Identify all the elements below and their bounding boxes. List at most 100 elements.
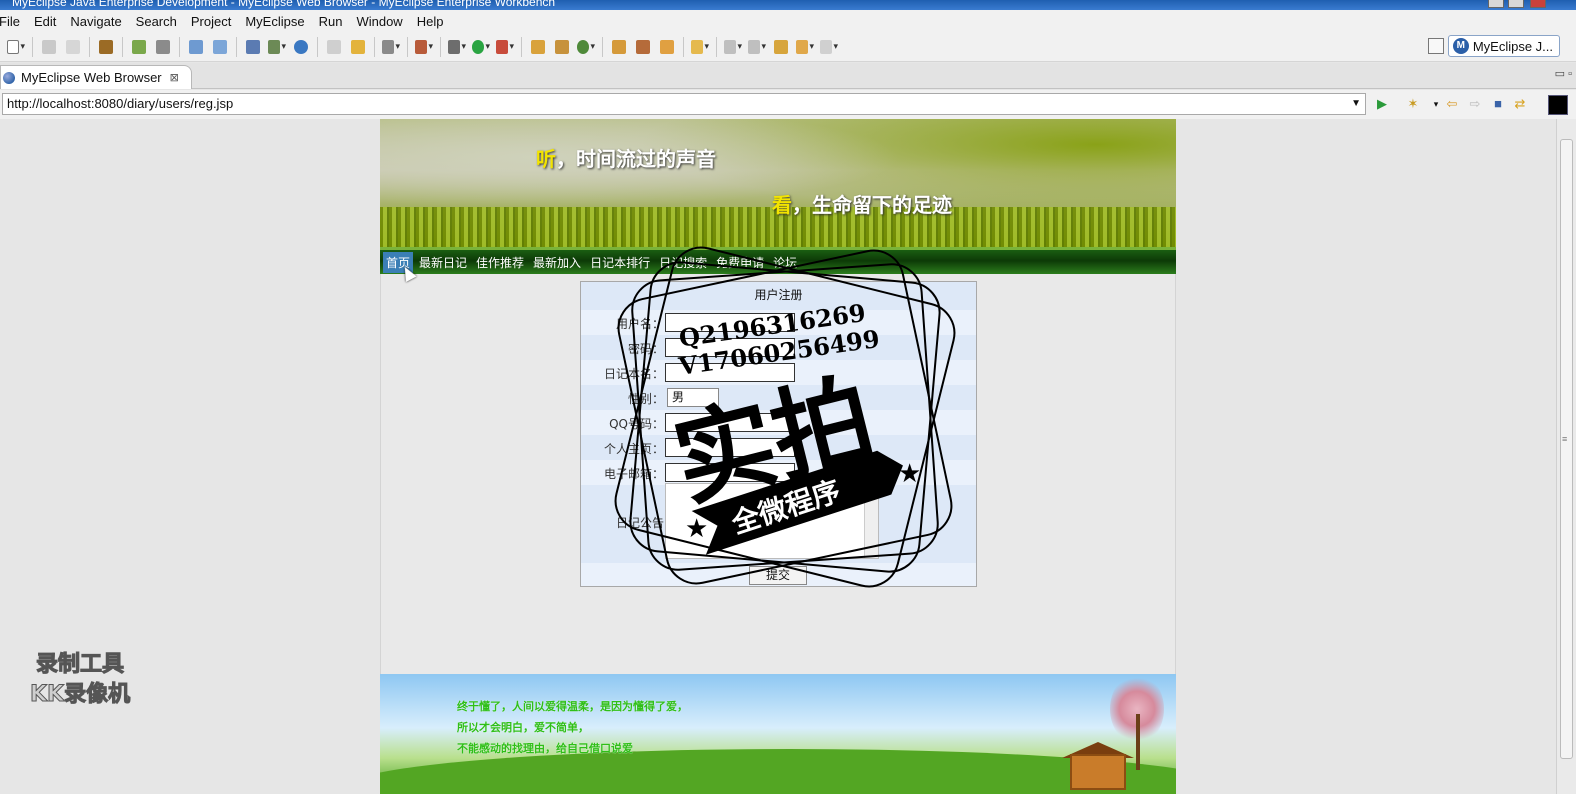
- pin-icon[interactable]: [634, 38, 652, 56]
- username-input[interactable]: [665, 313, 795, 332]
- nav-forum[interactable]: 论坛: [773, 254, 797, 271]
- build-icon[interactable]: [130, 38, 148, 56]
- url-dropdown-icon[interactable]: ▼: [1351, 94, 1361, 114]
- menu-project[interactable]: Project: [191, 14, 231, 29]
- homepage-input[interactable]: [665, 438, 795, 457]
- label-notice: 日记公告: [615, 516, 664, 530]
- banner-slogan-1: 听，时间流过的声音: [536, 147, 716, 171]
- refresh-icon[interactable]: ⇄: [1512, 96, 1528, 112]
- submit-button[interactable]: 提交: [749, 566, 807, 585]
- toolbar-separator: [317, 36, 318, 57]
- textarea-scrollbar[interactable]: [864, 484, 878, 558]
- url-text: http://localhost:8080/diary/users/reg.js…: [7, 96, 234, 111]
- recorder-line-1: 录制工具: [36, 652, 125, 678]
- menu-run[interactable]: Run: [319, 14, 343, 29]
- nav-free-apply[interactable]: 免费申请: [716, 254, 764, 271]
- form-title-row: 用户注册: [581, 282, 976, 310]
- password-input[interactable]: [665, 338, 795, 357]
- open-folder-icon[interactable]: [325, 38, 343, 56]
- add-icon[interactable]: [349, 38, 367, 56]
- run-icon[interactable]: [472, 38, 490, 56]
- recorder-line-2: KK录像机: [29, 682, 131, 708]
- deploy-icon[interactable]: [154, 38, 172, 56]
- scrollbar-thumb[interactable]: [1560, 139, 1573, 759]
- nav-new-members[interactable]: 最新加入: [533, 254, 581, 271]
- form-row-diary-name: 日记本名：: [581, 360, 976, 385]
- gender-select[interactable]: 男: [667, 388, 719, 407]
- nav-diary-search[interactable]: 日记搜索: [659, 254, 707, 271]
- search-icon[interactable]: [691, 38, 709, 56]
- nav-latest-diary[interactable]: 最新日记: [419, 254, 467, 271]
- menu-file[interactable]: File: [0, 14, 20, 29]
- new-icon[interactable]: [7, 38, 25, 56]
- email-input[interactable]: [665, 463, 795, 482]
- toolbar-separator: [683, 36, 684, 57]
- browser-mode-icon[interactable]: [1548, 95, 1568, 115]
- favorites-dropdown-icon[interactable]: ▾: [1428, 96, 1444, 112]
- close-tab-icon[interactable]: ⊠: [170, 71, 179, 84]
- label-diary-name: 日记本名：: [603, 367, 664, 381]
- server-icon[interactable]: [244, 38, 262, 56]
- save-icon[interactable]: [40, 38, 58, 56]
- menu-myeclipse[interactable]: MyEclipse: [245, 14, 304, 29]
- toolbar-separator: [89, 36, 90, 57]
- debug-icon[interactable]: [448, 38, 466, 56]
- site-footer: 终于懂了，人间以爱得温柔，是因为懂得了爱， 所以才会明白，爱不简单， 不能感动的…: [380, 674, 1176, 794]
- form-title: 用户注册: [754, 288, 803, 302]
- main-toolbar: [0, 32, 1576, 62]
- menu-help[interactable]: Help: [417, 14, 444, 29]
- browser-globe-icon[interactable]: [292, 38, 310, 56]
- run-server-icon[interactable]: [268, 38, 286, 56]
- external-tools-icon[interactable]: [496, 38, 514, 56]
- diary-name-input[interactable]: [665, 363, 795, 382]
- close-window-button[interactable]: [1530, 0, 1546, 8]
- myeclipse-logo-icon: M: [1452, 38, 1469, 54]
- nav-recommended[interactable]: 佳作推荐: [476, 254, 524, 271]
- next-annotation-icon[interactable]: [724, 38, 742, 56]
- forward-icon[interactable]: [820, 38, 838, 56]
- maximize-button[interactable]: [1508, 0, 1524, 8]
- open-task-icon[interactable]: [658, 38, 676, 56]
- browser-forward-icon[interactable]: ⇨: [1467, 96, 1483, 112]
- prev-annotation-icon[interactable]: [748, 38, 766, 56]
- toolbar-separator: [122, 36, 123, 57]
- window-title-bar: MyEclipse Java Enterprise Development - …: [0, 0, 1576, 10]
- toolbar-separator: [602, 36, 603, 57]
- go-icon[interactable]: ▶: [1374, 96, 1390, 112]
- page-scrollbar[interactable]: ≡: [1556, 119, 1576, 794]
- form-row-password: 密码：: [581, 335, 976, 360]
- report-icon[interactable]: [415, 38, 433, 56]
- print-icon[interactable]: [64, 38, 82, 56]
- last-edit-icon[interactable]: [772, 38, 790, 56]
- browser-back-icon[interactable]: ⇦: [1444, 96, 1460, 112]
- screenshot-icon[interactable]: [382, 38, 400, 56]
- qq-input[interactable]: [665, 413, 795, 432]
- new-interface-icon[interactable]: [577, 38, 595, 56]
- toolbar-separator: [236, 36, 237, 57]
- minimize-button[interactable]: [1488, 0, 1504, 8]
- nav-ranking[interactable]: 日记本排行: [590, 254, 650, 271]
- footer-tree-trunk: [1136, 714, 1140, 770]
- view-controls[interactable]: ▭ ▫: [1555, 67, 1572, 80]
- open-perspective-icon[interactable]: [1428, 38, 1444, 54]
- menu-search[interactable]: Search: [136, 14, 177, 29]
- notice-textarea[interactable]: [665, 483, 879, 559]
- perspective-button[interactable]: M MyEclipse J...: [1447, 35, 1560, 57]
- recorder-watermark: 录制工具 KK录像机: [29, 650, 131, 710]
- new-package-icon[interactable]: [553, 38, 571, 56]
- open-type-icon[interactable]: [610, 38, 628, 56]
- url-input[interactable]: http://localhost:8080/diary/users/reg.js…: [2, 93, 1366, 115]
- wizard2-icon[interactable]: [211, 38, 229, 56]
- new-class-icon[interactable]: [529, 38, 547, 56]
- footer-line-3: 不能感动的找理由，给自己借口说爱: [457, 742, 633, 755]
- menu-window[interactable]: Window: [356, 14, 402, 29]
- wizard-icon[interactable]: [187, 38, 205, 56]
- menu-edit[interactable]: Edit: [34, 14, 56, 29]
- stop-icon[interactable]: ■: [1490, 96, 1506, 112]
- menu-bar: File Edit Navigate Search Project MyEcli…: [0, 10, 1576, 32]
- tab-web-browser[interactable]: MyEclipse Web Browser ⊠: [0, 65, 192, 89]
- menu-navigate[interactable]: Navigate: [70, 14, 121, 29]
- package-icon[interactable]: [97, 38, 115, 56]
- back-icon[interactable]: [796, 38, 814, 56]
- favorites-icon[interactable]: ✶: [1405, 96, 1421, 112]
